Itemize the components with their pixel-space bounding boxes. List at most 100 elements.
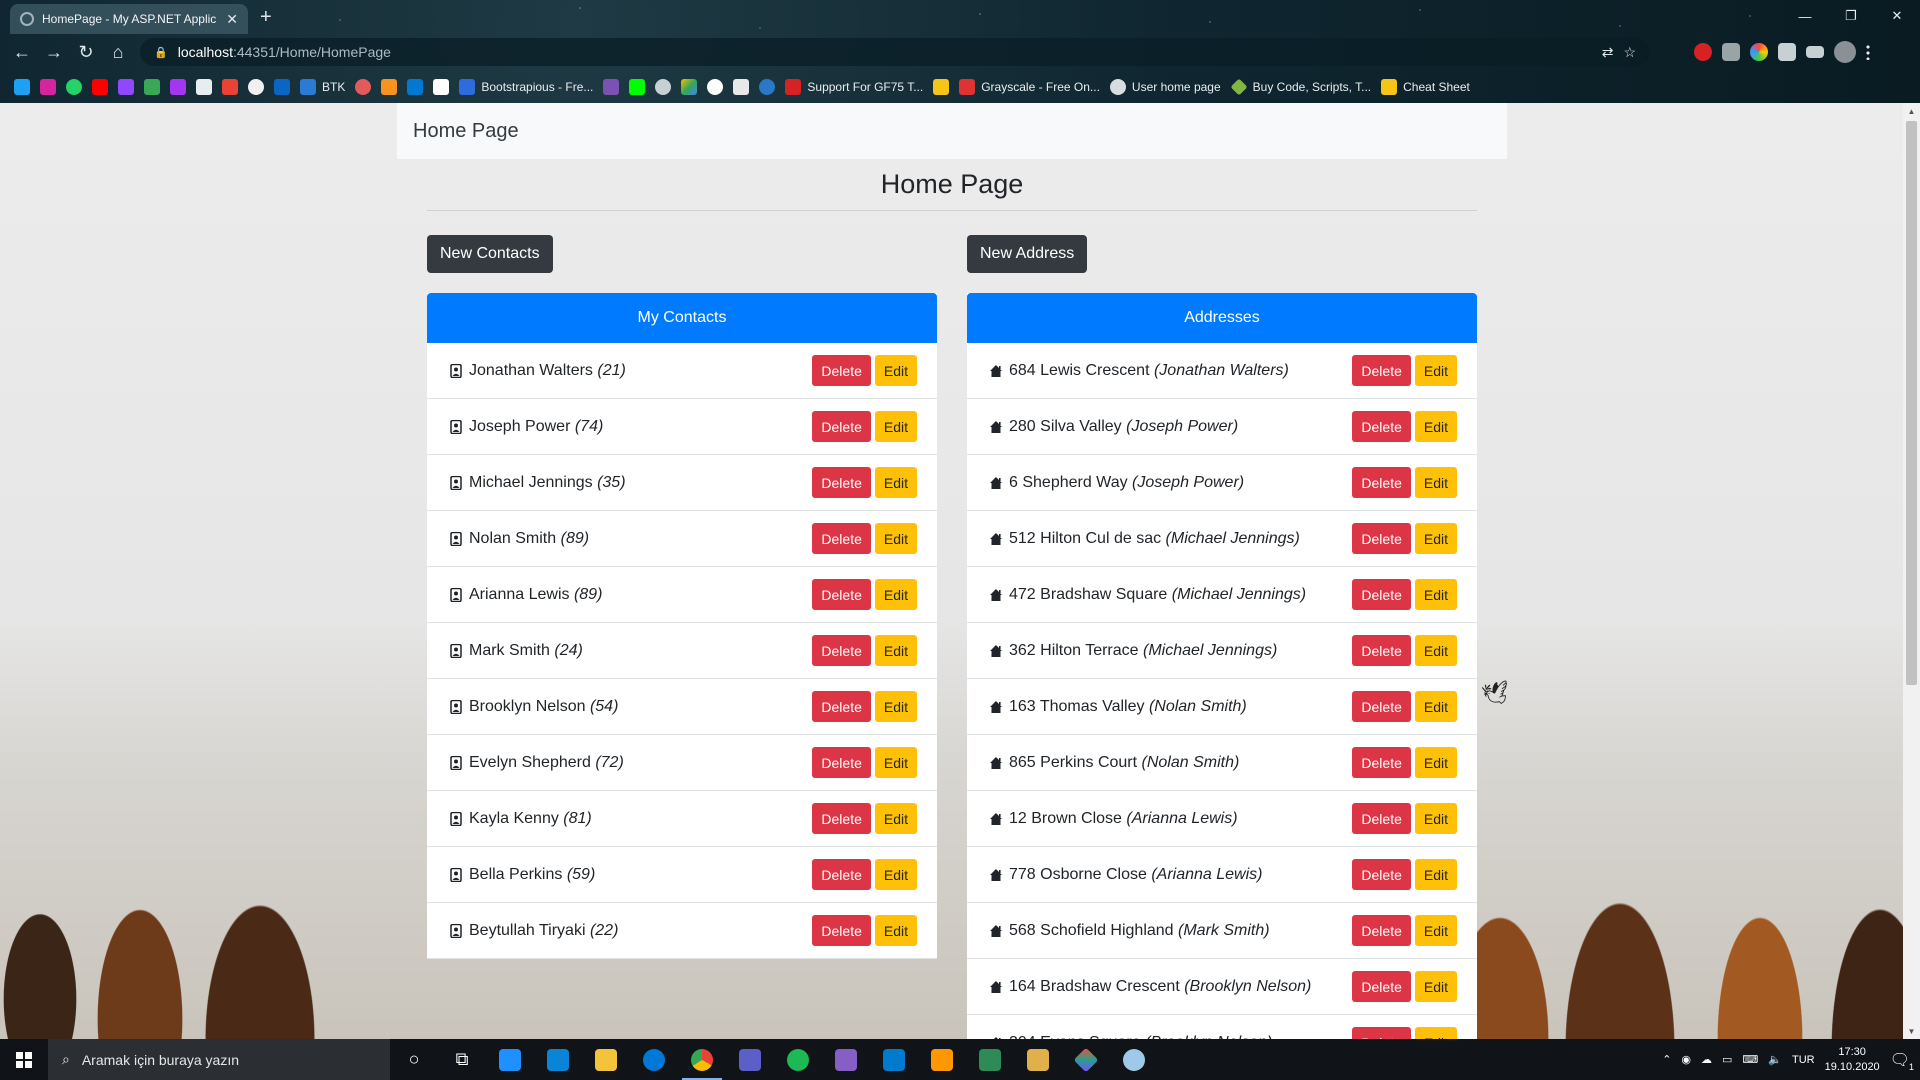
delete-button[interactable]: Delete bbox=[812, 635, 871, 666]
store-icon[interactable] bbox=[486, 1039, 534, 1080]
edit-button[interactable]: Edit bbox=[1414, 467, 1457, 498]
edit-button[interactable]: Edit bbox=[874, 691, 917, 722]
tray-app-icon[interactable]: ◉ bbox=[1681, 1053, 1691, 1066]
language-indicator[interactable]: TUR bbox=[1792, 1054, 1815, 1066]
outlook-icon[interactable] bbox=[407, 79, 424, 95]
new-tab-button[interactable]: + bbox=[260, 6, 272, 29]
delete-button[interactable]: Delete bbox=[1352, 691, 1411, 722]
delete-button[interactable]: Delete bbox=[812, 411, 871, 442]
bookmark-misc-icon-6[interactable] bbox=[759, 79, 776, 95]
delete-button[interactable]: Delete bbox=[1352, 579, 1411, 610]
delete-button[interactable]: Delete bbox=[1352, 803, 1411, 834]
edit-button[interactable]: Edit bbox=[1414, 523, 1457, 554]
linkedin-icon[interactable] bbox=[274, 79, 290, 95]
bookmark-user-home[interactable]: User home page bbox=[1109, 79, 1221, 95]
edge-icon[interactable] bbox=[630, 1039, 678, 1080]
scroll-down-icon[interactable]: ▼ bbox=[1903, 1023, 1920, 1039]
bookmark-misc-icon-2[interactable] bbox=[381, 79, 398, 95]
clock[interactable]: 17:30 19.10.2020 bbox=[1825, 1045, 1880, 1075]
delete-button[interactable]: Delete bbox=[1352, 971, 1411, 1002]
edit-button[interactable]: Edit bbox=[874, 915, 917, 946]
edit-button[interactable]: Edit bbox=[1414, 635, 1457, 666]
lock-icon[interactable]: 🔒 bbox=[154, 46, 168, 59]
translate-icon[interactable]: ⇄ bbox=[1602, 44, 1614, 61]
forward-icon[interactable]: → bbox=[38, 36, 70, 68]
edit-button[interactable]: Edit bbox=[1414, 747, 1457, 778]
extension-adblock-icon[interactable] bbox=[1694, 43, 1712, 61]
chrome-icon[interactable] bbox=[678, 1039, 726, 1080]
paint-icon[interactable] bbox=[1110, 1039, 1158, 1080]
close-window-icon[interactable]: ✕ bbox=[1874, 0, 1920, 32]
edit-button[interactable]: Edit bbox=[874, 579, 917, 610]
file-explorer-icon[interactable] bbox=[582, 1039, 630, 1080]
delete-button[interactable]: Delete bbox=[1352, 467, 1411, 498]
delete-button[interactable]: Delete bbox=[1352, 859, 1411, 890]
edit-button[interactable]: Edit bbox=[874, 523, 917, 554]
edit-button[interactable]: Edit bbox=[874, 635, 917, 666]
bookmark-misc-icon-1[interactable] bbox=[355, 79, 372, 95]
battery-icon[interactable]: ▭ bbox=[1722, 1053, 1732, 1066]
extensions-puzzle-icon[interactable] bbox=[1778, 43, 1796, 61]
edit-button[interactable]: Edit bbox=[1414, 971, 1457, 1002]
delete-button[interactable]: Delete bbox=[812, 691, 871, 722]
close-tab-icon[interactable]: ✕ bbox=[226, 11, 238, 28]
google-icon[interactable] bbox=[707, 79, 724, 95]
twitch-icon[interactable] bbox=[118, 79, 134, 95]
page-scrollbar[interactable]: ▲ ▼ bbox=[1903, 103, 1920, 1039]
delete-button[interactable]: Delete bbox=[812, 859, 871, 890]
profile-avatar[interactable] bbox=[1834, 41, 1856, 63]
edit-button[interactable]: Edit bbox=[874, 355, 917, 386]
bootstrap-icon[interactable] bbox=[603, 79, 620, 95]
excel-icon[interactable] bbox=[966, 1039, 1014, 1080]
menu-kebab-icon[interactable] bbox=[1866, 44, 1870, 60]
edit-button[interactable]: Edit bbox=[1414, 859, 1457, 890]
scroll-up-icon[interactable]: ▲ bbox=[1903, 103, 1920, 119]
delete-button[interactable]: Delete bbox=[812, 355, 871, 386]
bookmark-codecanyon[interactable]: Buy Code, Scripts, T... bbox=[1230, 78, 1371, 96]
chart-bookmark-icon[interactable] bbox=[144, 79, 160, 95]
bookmark-support-gf75[interactable]: Support For GF75 T... bbox=[785, 79, 923, 95]
delete-button[interactable]: Delete bbox=[812, 747, 871, 778]
delete-button[interactable]: Delete bbox=[1352, 915, 1411, 946]
bookmark-btk[interactable]: BTK bbox=[300, 79, 345, 95]
twitter-icon[interactable] bbox=[14, 79, 30, 95]
extension-color-icon[interactable] bbox=[1750, 43, 1768, 61]
github-icon[interactable] bbox=[248, 79, 264, 95]
home-icon[interactable]: ⌂ bbox=[102, 36, 134, 68]
volume-icon[interactable]: 🔈 bbox=[1768, 1053, 1782, 1066]
reload-icon[interactable]: ↻ bbox=[70, 36, 102, 68]
teams-icon[interactable] bbox=[726, 1039, 774, 1080]
media-player-icon[interactable] bbox=[1014, 1039, 1062, 1080]
git-kraken-icon[interactable] bbox=[1062, 1039, 1110, 1080]
delete-button[interactable]: Delete bbox=[1352, 635, 1411, 666]
bookmark-misc-icon-3[interactable] bbox=[433, 79, 450, 95]
network-icon[interactable]: ⌨ bbox=[1742, 1053, 1758, 1066]
bookmark-misc-icon-4[interactable] bbox=[655, 79, 672, 95]
notification-icon[interactable]: 🗨 1 bbox=[1890, 1050, 1914, 1072]
delete-button[interactable]: Delete bbox=[1352, 1027, 1411, 1039]
windows-start-icon[interactable] bbox=[0, 1039, 48, 1080]
restore-icon[interactable]: ❐ bbox=[1828, 0, 1874, 32]
bookmark-bootstrapious[interactable]: Bootstrapious - Fre... bbox=[459, 79, 593, 95]
tab-homepage[interactable]: HomePage - My ASP.NET Applic ✕ bbox=[10, 4, 248, 34]
edit-button[interactable]: Edit bbox=[874, 411, 917, 442]
delete-button[interactable]: Delete bbox=[812, 579, 871, 610]
taskbar-search-box[interactable]: ⌕ Aramak için buraya yazın bbox=[48, 1039, 390, 1080]
address-bar[interactable]: 🔒 localhost :44351/Home/HomePage ⇄ ☆ bbox=[140, 38, 1650, 66]
delete-button[interactable]: Delete bbox=[1352, 411, 1411, 442]
bookmark-misc-icon-7[interactable] bbox=[933, 79, 950, 95]
delete-button[interactable]: Delete bbox=[1352, 355, 1411, 386]
delete-button[interactable]: Delete bbox=[1352, 747, 1411, 778]
mail-icon[interactable] bbox=[534, 1039, 582, 1080]
delete-button[interactable]: Delete bbox=[812, 915, 871, 946]
bookmark-misc-icon-5[interactable] bbox=[733, 79, 750, 95]
edit-button[interactable]: Edit bbox=[1414, 579, 1457, 610]
edit-button[interactable]: Edit bbox=[874, 747, 917, 778]
edit-button[interactable]: Edit bbox=[1414, 803, 1457, 834]
youtube-icon[interactable] bbox=[92, 79, 108, 95]
edit-button[interactable]: Edit bbox=[874, 803, 917, 834]
new-contacts-button[interactable]: New Contacts bbox=[427, 235, 553, 273]
minimize-icon[interactable]: — bbox=[1782, 0, 1828, 32]
task-view-icon[interactable]: ⧉ bbox=[438, 1039, 486, 1080]
edit-button[interactable]: Edit bbox=[874, 859, 917, 890]
